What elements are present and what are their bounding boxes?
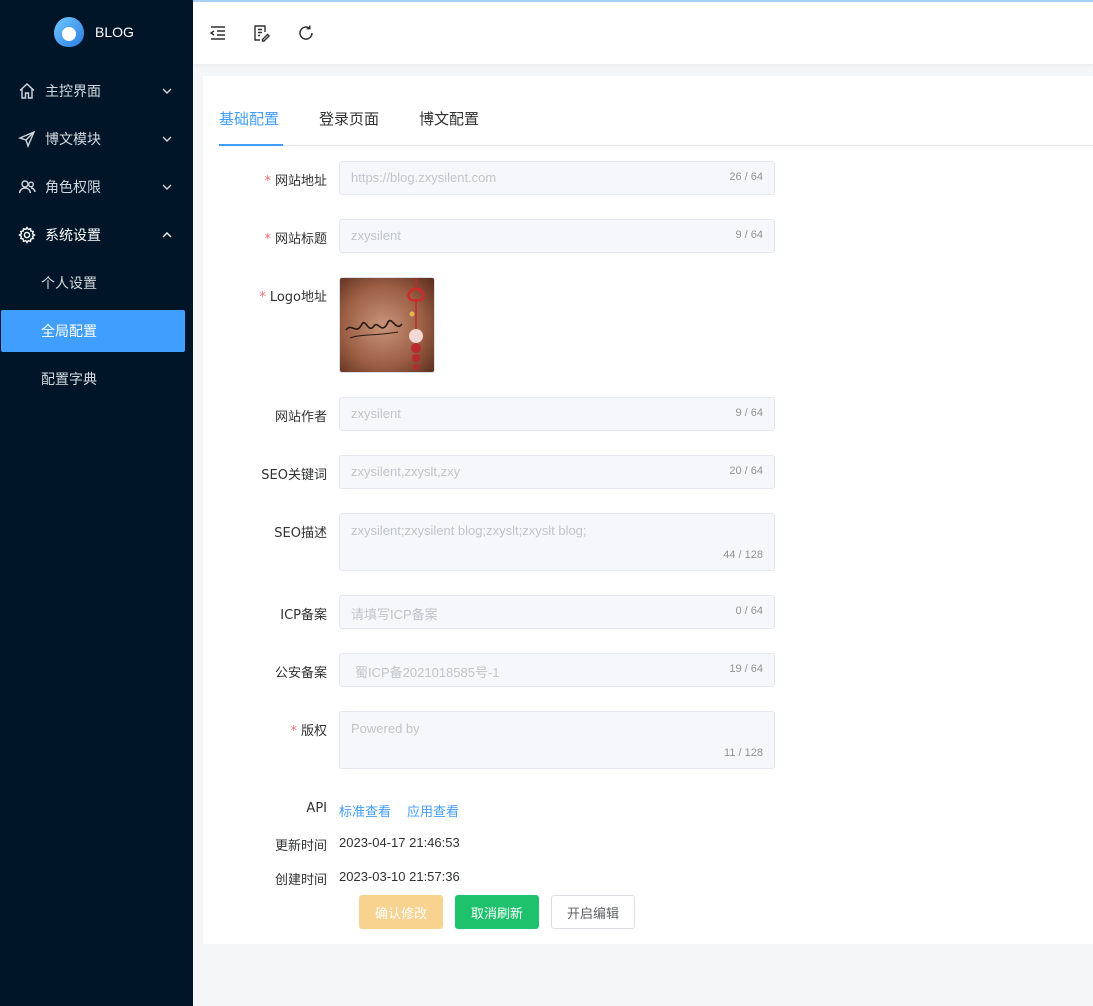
brand-logo-icon (52, 15, 86, 49)
field-label: 网站作者 (274, 410, 327, 425)
char-counter: 19 / 64 (729, 663, 763, 675)
input-value: zxysilent (351, 228, 401, 243)
author-input[interactable]: zxysilent 9 / 64 (339, 397, 775, 431)
required-mark: * (259, 290, 266, 305)
field-label: API (306, 801, 327, 816)
field-label: 更新时间 (274, 839, 327, 854)
menu-label: 系统设置 (45, 228, 101, 244)
chevron-down-icon (162, 88, 172, 94)
edit-note-icon[interactable] (250, 22, 272, 44)
submenu-item-global-config[interactable]: 全局配置 (1, 310, 185, 352)
char-counter: 44 / 128 (723, 549, 763, 561)
topbar (193, 0, 1093, 64)
menu-item-posts[interactable]: 博文模块 (0, 115, 193, 163)
home-icon (17, 81, 37, 101)
field-label: ICP备案 (280, 608, 327, 623)
refresh-icon[interactable] (295, 22, 317, 44)
menu-item-roles[interactable]: 角色权限 (0, 163, 193, 211)
menu-item-dashboard[interactable]: 主控界面 (0, 67, 193, 115)
gear-icon (17, 225, 37, 245)
chevron-down-icon (162, 184, 172, 190)
brand-name: BLOG (95, 24, 134, 40)
tab-active-indicator (219, 144, 283, 146)
tab-login-page[interactable]: 登录页面 (319, 108, 379, 129)
enable-edit-button[interactable]: 开启编辑 (551, 895, 635, 929)
sidebar: BLOG 主控界面 博文模块 角色权限 系统设置 个人设置 全局配置 配置字典 (0, 0, 193, 1006)
input-placeholder: 请填写ICP备案 (351, 607, 438, 622)
confirm-button[interactable]: 确认修改 (359, 895, 443, 929)
field-label: * 网站标题 (264, 232, 327, 247)
required-mark: * (264, 174, 271, 189)
created-time: 2023-03-10 21:57:36 (339, 869, 460, 884)
logo-image[interactable] (339, 277, 435, 373)
tabs: 基础配置 登录页面 博文配置 (219, 96, 1093, 146)
seo-desc-textarea[interactable]: zxysilent;zxysilent blog;zxyslt;zxyslt b… (339, 513, 775, 571)
copyright-textarea[interactable]: Powered by 11 / 128 (339, 711, 775, 769)
required-mark: * (290, 724, 297, 739)
field-label: * 版权 (290, 724, 327, 739)
brand[interactable]: BLOG (0, 0, 193, 64)
char-counter: 26 / 64 (729, 171, 763, 183)
api-app-link[interactable]: 应用查看 (407, 801, 459, 820)
send-icon (17, 129, 37, 149)
field-label: 公安备案 (274, 666, 327, 681)
textarea-value: zxysilent;zxysilent blog;zxyslt;zxyslt b… (351, 523, 587, 538)
icp-input[interactable]: 请填写ICP备案 0 / 64 (339, 595, 775, 629)
cancel-refresh-button[interactable]: 取消刷新 (455, 895, 539, 929)
chevron-down-icon (162, 136, 172, 142)
menu-label: 主控界面 (45, 84, 101, 100)
chevron-up-icon (162, 232, 172, 238)
textarea-value: Powered by (351, 721, 420, 736)
seo-keywords-input[interactable]: zxysilent,zxyslt,zxy 20 / 64 (339, 455, 775, 489)
char-counter: 9 / 64 (735, 407, 763, 419)
indent-icon[interactable] (207, 22, 229, 44)
site-title-input[interactable]: zxysilent 9 / 64 (339, 219, 775, 253)
char-counter: 0 / 64 (735, 605, 763, 617)
char-counter: 9 / 64 (735, 229, 763, 241)
submenu-item-dictionary[interactable]: 配置字典 (1, 358, 185, 400)
field-label: 创建时间 (274, 873, 327, 888)
char-counter: 11 / 128 (724, 747, 763, 759)
input-value: 蜀ICP备2021018585号-1 (355, 665, 500, 680)
input-value: zxysilent (351, 406, 401, 421)
menu-label: 角色权限 (45, 180, 101, 196)
field-label: SEO描述 (274, 526, 327, 541)
char-counter: 20 / 64 (729, 465, 763, 477)
required-mark: * (264, 232, 271, 247)
tab-basic-config[interactable]: 基础配置 (219, 108, 279, 129)
field-label: * 网站地址 (264, 174, 327, 189)
police-input[interactable]: 蜀ICP备2021018585号-1 19 / 64 (339, 653, 775, 687)
site-url-input[interactable]: https://blog.zxysilent.com 26 / 64 (339, 161, 775, 195)
field-label: * Logo地址 (259, 290, 327, 305)
updated-time: 2023-04-17 21:46:53 (339, 835, 460, 850)
tab-post-config[interactable]: 博文配置 (419, 108, 479, 129)
config-card: 基础配置 登录页面 博文配置 * 网站地址 https://blog.zxysil… (203, 76, 1093, 944)
field-label: SEO关键词 (261, 468, 327, 483)
users-icon (17, 177, 37, 197)
submenu-item-personal[interactable]: 个人设置 (1, 262, 185, 304)
input-value: zxysilent,zxyslt,zxy (351, 464, 461, 479)
api-standard-link[interactable]: 标准查看 (339, 801, 391, 820)
input-value: https://blog.zxysilent.com (351, 170, 497, 185)
menu-item-settings[interactable]: 系统设置 (0, 211, 193, 259)
menu-label: 博文模块 (45, 132, 101, 148)
